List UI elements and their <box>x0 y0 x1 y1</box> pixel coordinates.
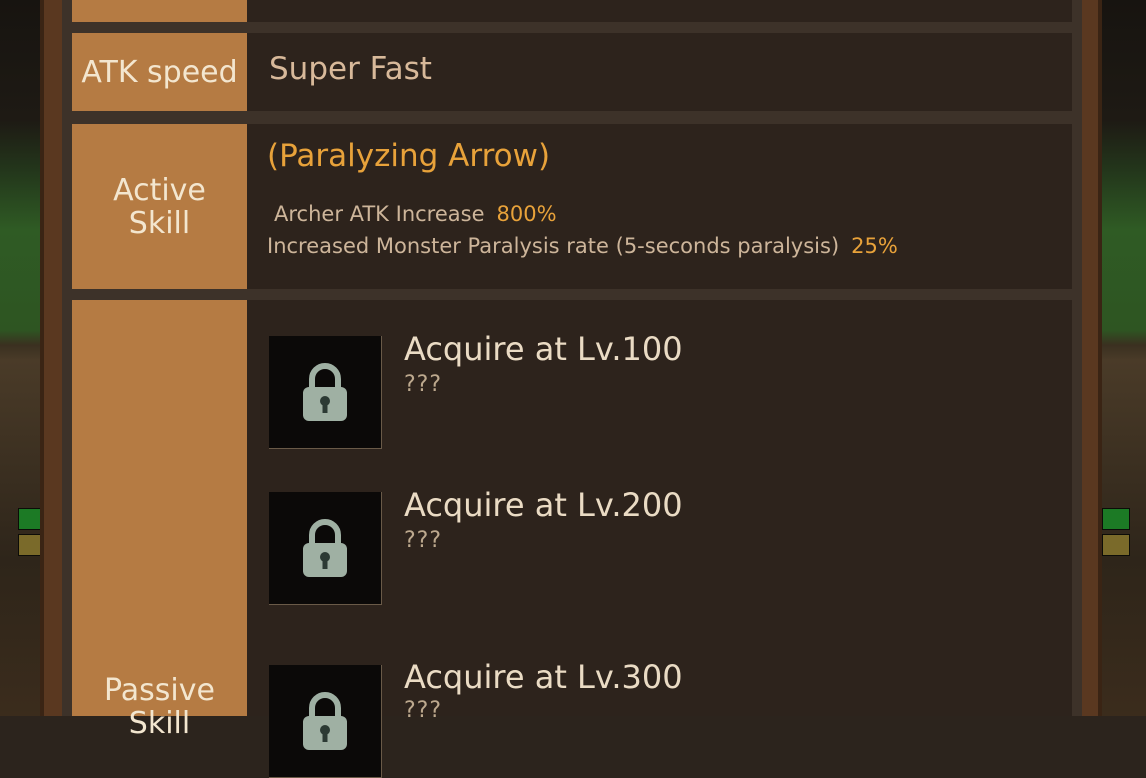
passive-slot-desc: ??? <box>404 528 443 553</box>
atk-speed-row: ATK speed Super Fast <box>72 33 1072 111</box>
passive-slot-title: Acquire at Lv.100 <box>404 330 683 368</box>
passive-slot-lock[interactable] <box>269 665 382 778</box>
active-skill-content: (Paralyzing Arrow) Archer ATK Increase 80… <box>247 124 1072 289</box>
skill-effect-value: 800% <box>496 202 557 226</box>
skill-effect-line: Increased Monster Paralysis rate (5-seco… <box>267 234 898 258</box>
active-skill-label: Active Skill <box>72 124 247 289</box>
passive-slot-desc: ??? <box>404 372 443 397</box>
lock-icon <box>303 363 347 421</box>
passive-skill-label: Passive Skill <box>72 300 247 740</box>
passive-skill-content: Acquire at Lv.100 ??? Acquire at Lv.200 … <box>247 300 1072 778</box>
hud-bar-right-green <box>1102 508 1130 530</box>
stat-label-partial <box>72 0 247 22</box>
skill-effect-value: 25% <box>851 234 898 258</box>
active-skill-row: Active Skill (Paralyzing Arrow) Archer A… <box>72 124 1072 289</box>
skill-effect-text: Increased Monster Paralysis rate (5-seco… <box>267 234 840 258</box>
stat-value-partial <box>247 0 1072 22</box>
passive-slot-lock[interactable] <box>269 336 382 449</box>
atk-speed-value: Super Fast <box>269 51 432 87</box>
passive-skill-row: Passive Skill Acquire at Lv.100 ??? Acqu… <box>72 300 1072 778</box>
skill-effect-text: Archer ATK Increase <box>274 202 485 226</box>
passive-slot-lock[interactable] <box>269 492 382 605</box>
stat-row-partial <box>72 0 1072 22</box>
hud-bar-right-yellow <box>1102 534 1130 556</box>
passive-slot-title: Acquire at Lv.300 <box>404 658 683 696</box>
atk-speed-label: ATK speed <box>72 33 247 111</box>
passive-skill-label-text: Passive Skill <box>104 673 215 741</box>
passive-slot-title: Acquire at Lv.200 <box>404 486 683 524</box>
atk-speed-value-cell: Super Fast <box>247 33 1072 111</box>
active-skill-name: (Paralyzing Arrow) <box>267 138 551 174</box>
passive-slot-desc: ??? <box>404 698 443 723</box>
skill-effect-line: Archer ATK Increase 800% <box>274 202 557 226</box>
active-skill-label-text: Active Skill <box>113 172 206 241</box>
lock-icon <box>303 692 347 750</box>
lock-icon <box>303 519 347 577</box>
